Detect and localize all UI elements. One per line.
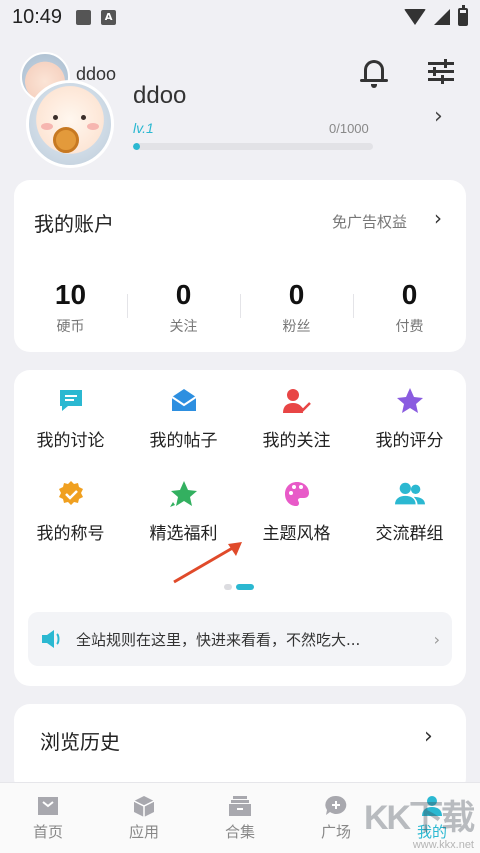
discussion-icon [56,386,86,416]
menu-label: 交流群组 [375,524,444,544]
status-bar: 10:49 A [0,0,480,34]
exp-progress-bar [133,143,373,150]
status-time: 10:49 [12,5,63,28]
watermark-url: www.kkx.net [412,839,474,851]
stat-paid[interactable]: 0 付费 [353,278,466,338]
level-label: lv.1 [133,120,154,136]
notice-chevron-icon: › [433,629,440,649]
browse-history-card[interactable]: 浏览历史 › [14,704,466,794]
menu-label: 主题风格 [262,524,331,544]
wifi-icon [404,9,426,25]
bell-icon[interactable] [360,58,388,88]
account-title: 我的账户 [34,212,114,236]
stat-value: 0 [401,279,418,310]
menu-grid: 我的讨论 我的帖子 我的关注 我的评分 我的称号 精选福利 主题风格 交流群组 [14,386,466,544]
speaker-icon [40,628,64,650]
menu-card: 我的讨论 我的帖子 我的关注 我的评分 我的称号 精选福利 主题风格 交流群组 … [14,370,466,686]
badge-icon [56,479,86,509]
menu-groups[interactable]: 交流群组 [353,479,466,544]
stat-coins[interactable]: 10 硬币 [14,278,127,338]
stat-label: 关注 [169,319,198,335]
menu-label: 我的帖子 [149,431,218,451]
stat-value: 10 [54,279,87,310]
stat-fans[interactable]: 0 粉丝 [240,278,353,338]
settings-sliders-icon[interactable] [428,59,454,84]
profile-chevron-icon[interactable]: › [434,104,443,129]
exp-text: 0/1000 [329,121,369,136]
palette-icon [282,479,312,509]
a-notification-icon: A [101,9,117,25]
account-card: 我的账户 免广告权益 › 10 硬币 0 关注 0 粉丝 0 付费 [14,180,466,352]
envelope-icon [169,386,199,416]
stat-value: 0 [175,279,192,310]
tab-label: 广场 [320,822,351,841]
signal-icon [434,9,450,25]
menu-my-discussions[interactable]: 我的讨论 [14,386,127,451]
stat-label: 付费 [395,319,424,335]
avatar[interactable] [26,80,114,168]
menu-my-follows[interactable]: 我的关注 [240,386,353,451]
tab-label: 首页 [32,822,63,841]
menu-my-titles[interactable]: 我的称号 [14,479,127,544]
menu-theme-style[interactable]: 主题风格 [240,479,353,544]
tab-home[interactable]: 首页 [0,783,96,853]
ad-free-benefit-link[interactable]: 免广告权益 [332,211,407,232]
star-icon [395,386,425,416]
username[interactable]: ddoo [133,82,186,110]
gallery-icon [76,9,92,25]
page-indicator [224,584,254,590]
apps-icon [133,795,155,817]
annotation-arrow-icon [173,542,242,584]
profile-header: ddoo ddoo lv.1 0/1000 › [0,40,480,170]
menu-label: 我的讨论 [36,431,105,451]
account-chevron-icon[interactable]: › [434,206,442,230]
tab-label: 合集 [224,822,255,841]
site-rules-notice[interactable]: 全站规则在这里，快进来看看，不然吃大... › [28,612,452,666]
watermark-logo: KK下载 [364,799,475,837]
menu-my-ratings[interactable]: 我的评分 [353,386,466,451]
group-icon [394,479,425,509]
page-dot[interactable] [224,584,232,590]
tab-collections[interactable]: 合集 [192,783,288,853]
menu-my-posts[interactable]: 我的帖子 [127,386,240,451]
history-title: 浏览历史 [40,730,120,754]
stat-label: 硬币 [56,319,85,335]
notice-text: 全站规则在这里，快进来看看，不然吃大... [76,630,361,649]
home-icon [38,796,58,815]
stat-following[interactable]: 0 关注 [127,278,240,338]
menu-label: 我的称号 [36,524,105,544]
stat-label: 粉丝 [282,319,311,335]
menu-label: 我的评分 [375,431,444,451]
stat-value: 0 [288,279,305,310]
account-stats: 10 硬币 0 关注 0 粉丝 0 付费 [14,278,466,338]
square-icon [325,795,347,815]
collection-icon [229,795,251,816]
star-gift-icon [169,479,199,509]
tab-apps[interactable]: 应用 [96,783,192,853]
menu-label: 我的关注 [262,431,331,451]
page-dot-active[interactable] [236,584,254,590]
history-chevron-icon: › [424,724,433,749]
menu-featured-benefits[interactable]: 精选福利 [127,479,240,544]
battery-icon [458,5,468,26]
follow-user-icon [282,386,312,416]
tab-label: 应用 [128,822,159,841]
